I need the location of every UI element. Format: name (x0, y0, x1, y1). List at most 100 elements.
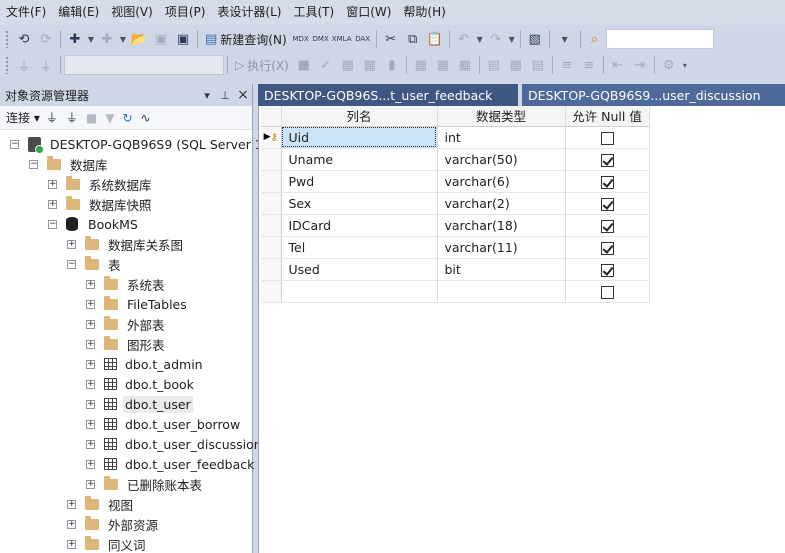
chevron-down-icon[interactable]: ▼ (86, 28, 96, 50)
menu-edit[interactable]: 编辑(E) (56, 0, 109, 25)
add-item-icon[interactable]: ✚ (96, 28, 118, 50)
expand-icon[interactable]: + (86, 399, 95, 409)
row-selector[interactable] (261, 170, 282, 193)
tree-node-filetables[interactable]: + FileTables (86, 294, 189, 314)
menu-window[interactable]: 窗口(W) (344, 0, 401, 25)
chevron-down-icon[interactable]: ▼ (475, 28, 485, 50)
indent-icon[interactable]: ⇥ (629, 54, 651, 76)
comment-icon[interactable]: ≡ (556, 54, 578, 76)
tree-node-snapshots[interactable]: + 数据库快照 (48, 194, 154, 214)
menu-project[interactable]: 项目(P) (163, 0, 216, 25)
column-name-cell[interactable] (281, 280, 438, 303)
tree-node-synonyms[interactable]: + 同义词 (67, 534, 148, 553)
back-icon[interactable]: ⟲ (13, 28, 35, 50)
paste-icon[interactable]: 📋 (424, 28, 446, 50)
row-selector[interactable] (261, 192, 282, 215)
expand-icon[interactable]: + (67, 539, 76, 549)
menu-table-designer[interactable]: 表设计器(L) (215, 0, 291, 25)
tree-node-databases[interactable]: − 数据库 (29, 154, 110, 174)
tab-t-user-feedback[interactable]: DESKTOP-GQB96S...t_user_feedback (258, 84, 518, 106)
mdx-query-icon[interactable]: MDX (291, 28, 311, 50)
expand-icon[interactable]: + (86, 339, 95, 349)
expand-icon[interactable]: + (86, 479, 95, 489)
chevron-down-icon[interactable]: ▼ (118, 28, 128, 50)
parse-icon[interactable]: ✓ (315, 54, 337, 76)
open-folder-icon[interactable]: 📂 (128, 28, 150, 50)
allow-nulls-checkbox[interactable] (600, 153, 614, 167)
row-selector[interactable] (261, 258, 282, 281)
disconnect-icon[interactable]: ⏚ (64, 109, 80, 126)
refresh-icon[interactable]: ↻ (120, 111, 134, 125)
column-name-cell[interactable]: IDCard (281, 214, 438, 237)
row-selector[interactable]: ▶ ⚷ (261, 126, 282, 149)
table-row[interactable] (261, 280, 650, 303)
activity-icon[interactable]: ∿ (139, 111, 153, 125)
solution-config-dropdown[interactable]: ▼ (553, 28, 577, 50)
tab-t-user-discussion[interactable]: DESKTOP-GQB96S9...user_discussion (522, 84, 785, 106)
data-type-cell[interactable]: varchar(50) (437, 148, 566, 171)
menu-file[interactable]: 文件(F) (4, 0, 56, 25)
table-row[interactable]: Tel varchar(11) (261, 236, 650, 259)
expand-icon[interactable]: + (86, 279, 95, 289)
column-name-cell[interactable]: Sex (281, 192, 438, 215)
results-grid-icon[interactable]: ▦ (505, 54, 527, 76)
expand-icon[interactable]: + (67, 239, 76, 249)
menu-view[interactable]: 视图(V) (109, 0, 163, 25)
outdent-icon[interactable]: ⇤ (607, 54, 629, 76)
tree-node-dropped-ledger[interactable]: + 已删除账本表 (86, 474, 204, 494)
connect-button[interactable]: 连接 ▾ (6, 109, 40, 126)
change-connection-icon[interactable]: ⏚ (35, 54, 57, 76)
tree-node-t-book[interactable]: + dbo.t_book (86, 374, 196, 394)
column-name-cell[interactable]: Tel (281, 236, 438, 259)
save-all-icon[interactable]: ▣ (172, 28, 194, 50)
column-name-cell[interactable]: Pwd (281, 170, 438, 193)
window-position-icon[interactable]: ▾ (198, 89, 216, 102)
data-type-cell[interactable] (437, 280, 566, 303)
collapse-icon[interactable]: − (10, 139, 19, 149)
tree-node-bookms[interactable]: − BookMS (48, 214, 140, 234)
table-row[interactable]: Pwd varchar(6) (261, 170, 650, 193)
data-type-cell[interactable]: varchar(18) (437, 214, 566, 237)
table-row[interactable]: IDCard varchar(18) (261, 214, 650, 237)
tree-node-t-user[interactable]: + dbo.t_user (86, 394, 193, 414)
row-selector[interactable] (261, 280, 282, 303)
undo-icon[interactable]: ↶ (453, 28, 475, 50)
allow-nulls-checkbox[interactable] (600, 175, 614, 189)
expand-icon[interactable]: + (67, 519, 76, 529)
close-icon[interactable]: × (234, 87, 252, 103)
tree-node-views[interactable]: + 视图 (67, 494, 135, 514)
tree-node-graph-tables[interactable]: + 图形表 (86, 334, 167, 354)
expand-icon[interactable]: + (67, 499, 76, 509)
database-select[interactable] (64, 55, 224, 75)
row-selector[interactable] (261, 214, 282, 237)
cut-icon[interactable]: ✂ (380, 28, 402, 50)
execute-button[interactable]: ▷ 执行(X) (231, 57, 293, 74)
uncomment-icon[interactable]: ≡ (578, 54, 600, 76)
row-selector[interactable] (261, 236, 282, 259)
results-file-icon[interactable]: ▤ (527, 54, 549, 76)
row-selector[interactable] (261, 148, 282, 171)
allow-nulls-checkbox[interactable] (600, 263, 614, 277)
expand-icon[interactable]: + (86, 379, 95, 389)
tree-node-system-tables[interactable]: + 系统表 (86, 274, 167, 294)
tree-node-server[interactable]: − DESKTOP-GQB96S9 (SQL Server 16 (10, 134, 273, 154)
tree-node-t-user-borrow[interactable]: + dbo.t_user_borrow (86, 414, 242, 434)
include-plan-icon[interactable]: ▦ (410, 54, 432, 76)
toolbar-grip[interactable] (5, 30, 9, 48)
expand-icon[interactable]: + (48, 179, 57, 189)
allow-nulls-checkbox[interactable] (600, 241, 614, 255)
expand-icon[interactable]: + (86, 439, 95, 449)
data-type-cell[interactable]: varchar(2) (437, 192, 566, 215)
expand-icon[interactable]: + (48, 199, 57, 209)
client-stats-icon[interactable]: ▦ (454, 54, 476, 76)
query-designer-icon[interactable]: ▦ (359, 54, 381, 76)
allow-nulls-checkbox[interactable] (600, 219, 614, 233)
chevron-down-icon[interactable]: ▼ (507, 28, 517, 50)
stop-icon[interactable]: ■ (293, 54, 315, 76)
collapse-icon[interactable]: − (29, 159, 38, 169)
expand-icon[interactable]: + (86, 319, 95, 329)
connect-icon[interactable]: ⏚ (44, 109, 60, 126)
results-options-icon[interactable]: ▮ (381, 54, 403, 76)
tree-node-external-tables[interactable]: + 外部表 (86, 314, 167, 334)
display-plan-icon[interactable]: ▦ (337, 54, 359, 76)
